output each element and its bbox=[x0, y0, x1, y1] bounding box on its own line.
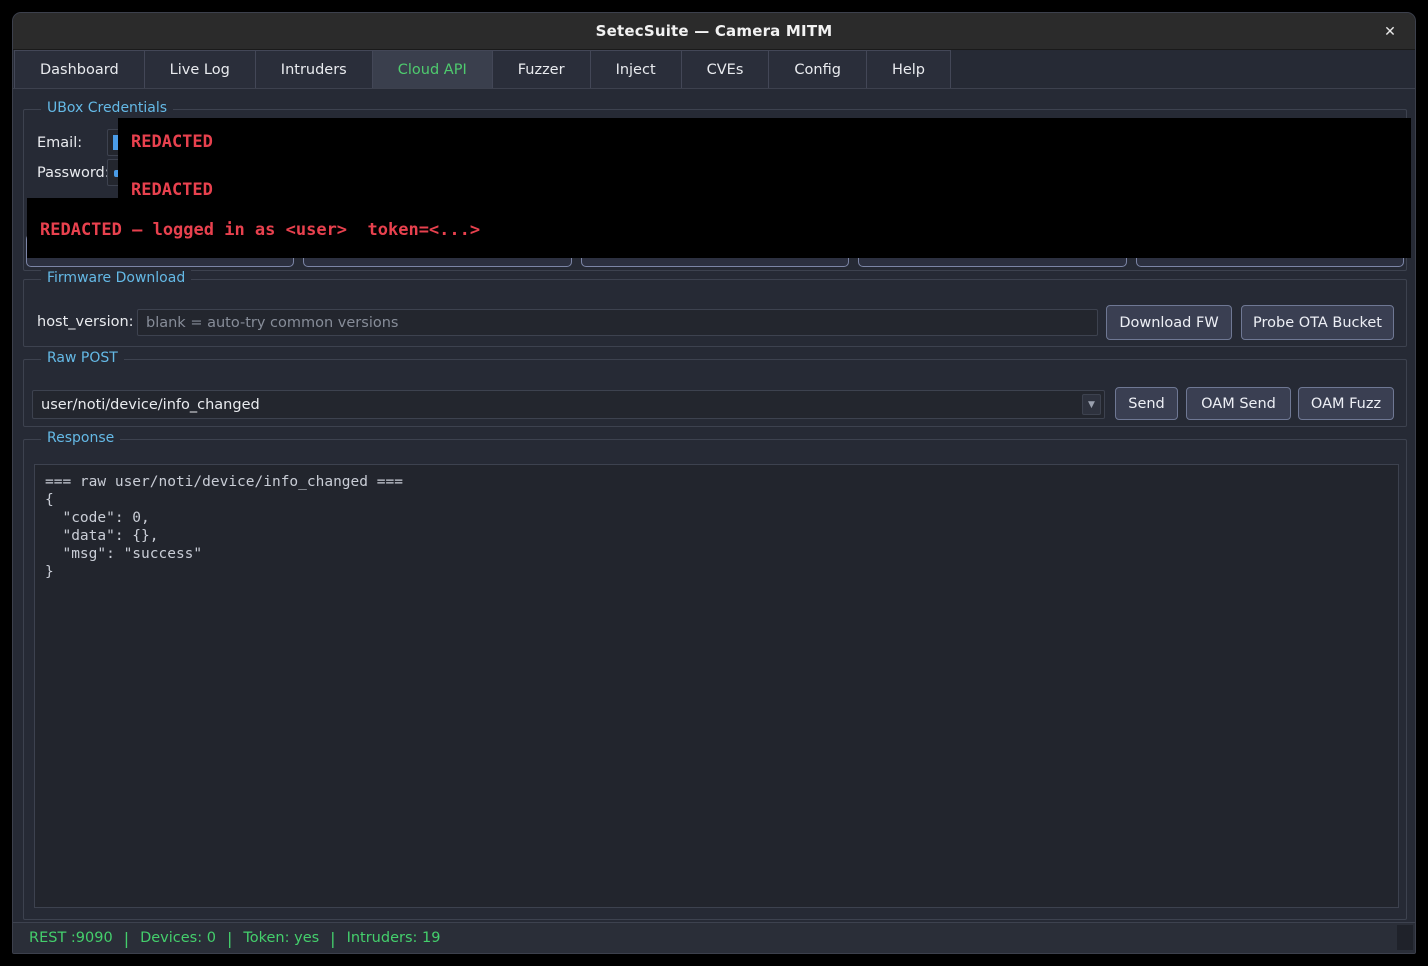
download-fw-button[interactable]: Download FW bbox=[1106, 305, 1232, 340]
password-label: Password: bbox=[37, 165, 110, 181]
status-separator: | bbox=[227, 929, 232, 948]
resize-grip[interactable] bbox=[1397, 925, 1413, 950]
firmware-download-legend: Firmware Download bbox=[41, 270, 191, 286]
tab-intruders[interactable]: Intruders bbox=[255, 50, 373, 88]
title-bar: SetecSuite — Camera MITM ✕ bbox=[13, 13, 1415, 50]
chevron-down-icon[interactable]: ▼ bbox=[1082, 394, 1101, 415]
status-devices: Devices: 0 bbox=[140, 930, 216, 946]
firmware-download-group: Firmware Download host_version: Download… bbox=[23, 279, 1407, 347]
endpoint-combobox[interactable]: user/noti/device/info_changed ▼ bbox=[32, 390, 1105, 419]
close-icon[interactable]: ✕ bbox=[1379, 21, 1401, 43]
redacted-login-status-label: REDACTED — logged in as <user> token=<..… bbox=[40, 220, 480, 240]
window-title: SetecSuite — Camera MITM bbox=[13, 22, 1415, 40]
tab-config[interactable]: Config bbox=[768, 50, 867, 88]
endpoint-combobox-value: user/noti/device/info_changed bbox=[33, 397, 1082, 413]
status-separator: | bbox=[124, 929, 129, 948]
redacted-password-label: REDACTED bbox=[131, 180, 213, 200]
raw-post-group: Raw POST user/noti/device/info_changed ▼… bbox=[23, 359, 1407, 427]
tab-inject[interactable]: Inject bbox=[590, 50, 682, 88]
oam-fuzz-button[interactable]: OAM Fuzz bbox=[1298, 387, 1394, 420]
host-version-input[interactable] bbox=[137, 309, 1098, 336]
tab-help[interactable]: Help bbox=[866, 50, 951, 88]
status-intruders: Intruders: 19 bbox=[347, 930, 441, 946]
response-output[interactable]: === raw user/noti/device/info_changed ==… bbox=[34, 464, 1399, 908]
redacted-email-label: REDACTED bbox=[131, 132, 213, 152]
tab-bar: Dashboard Live Log Intruders Cloud API F… bbox=[13, 50, 1415, 89]
status-token: Token: yes bbox=[243, 930, 319, 946]
raw-post-legend: Raw POST bbox=[41, 350, 124, 366]
status-separator: | bbox=[330, 929, 335, 948]
tab-cves[interactable]: CVEs bbox=[681, 50, 770, 88]
tab-cloud-api[interactable]: Cloud API bbox=[372, 50, 493, 88]
tab-fuzzer[interactable]: Fuzzer bbox=[492, 50, 591, 88]
status-bar: REST :9090 | Devices: 0 | Token: yes | I… bbox=[13, 922, 1415, 953]
response-group: Response === raw user/noti/device/info_c… bbox=[23, 439, 1407, 920]
response-legend: Response bbox=[41, 430, 120, 446]
status-rest: REST :9090 bbox=[29, 930, 113, 946]
send-button[interactable]: Send bbox=[1115, 387, 1178, 420]
email-label: Email: bbox=[37, 135, 82, 151]
host-version-label: host_version: bbox=[37, 314, 134, 330]
ubox-credentials-legend: UBox Credentials bbox=[41, 100, 173, 116]
oam-send-button[interactable]: OAM Send bbox=[1186, 387, 1291, 420]
probe-ota-bucket-button[interactable]: Probe OTA Bucket bbox=[1241, 305, 1394, 340]
tab-live-log[interactable]: Live Log bbox=[144, 50, 256, 88]
tab-dashboard[interactable]: Dashboard bbox=[14, 50, 145, 88]
